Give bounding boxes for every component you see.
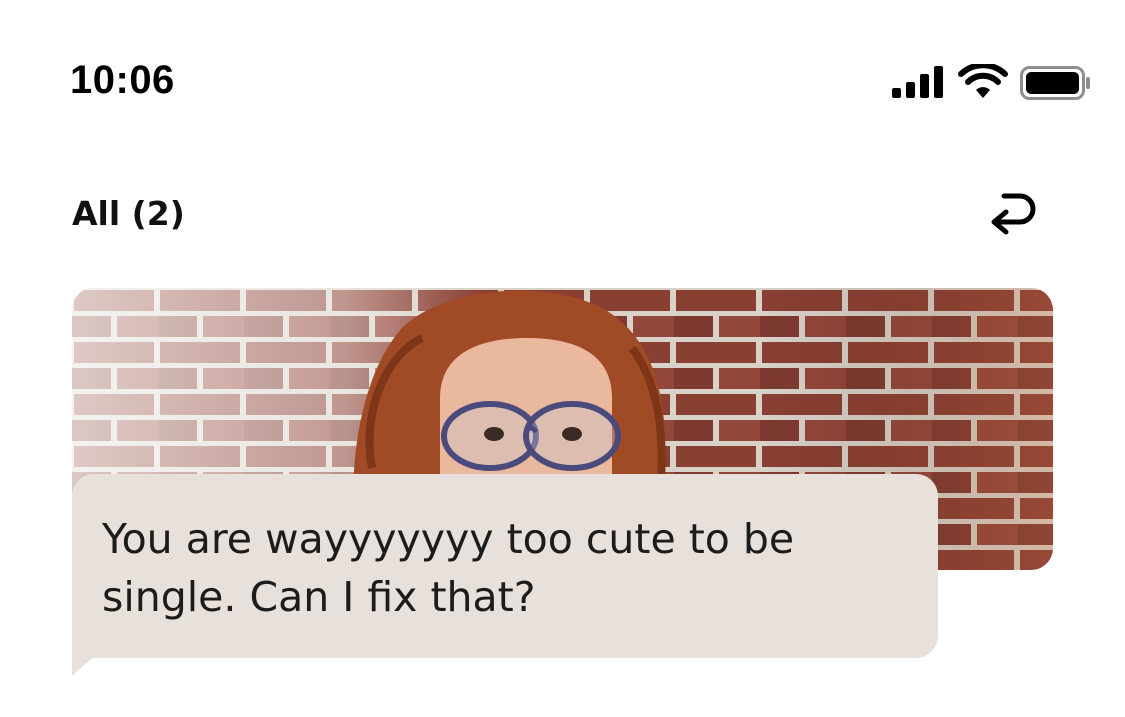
wifi-icon bbox=[958, 64, 1008, 98]
status-bar: 10:06 bbox=[0, 0, 1125, 160]
message-bubble: You are wayyyyyyy too cute to be single.… bbox=[72, 474, 938, 658]
battery-icon bbox=[1020, 66, 1090, 100]
cellular-signal-icon bbox=[892, 66, 943, 98]
message-text: You are wayyyyyyy too cute to be single.… bbox=[102, 515, 795, 621]
filter-all-label[interactable]: All (2) bbox=[72, 194, 185, 233]
status-time: 10:06 bbox=[70, 58, 175, 102]
undo-arrow-icon[interactable] bbox=[984, 190, 1040, 242]
